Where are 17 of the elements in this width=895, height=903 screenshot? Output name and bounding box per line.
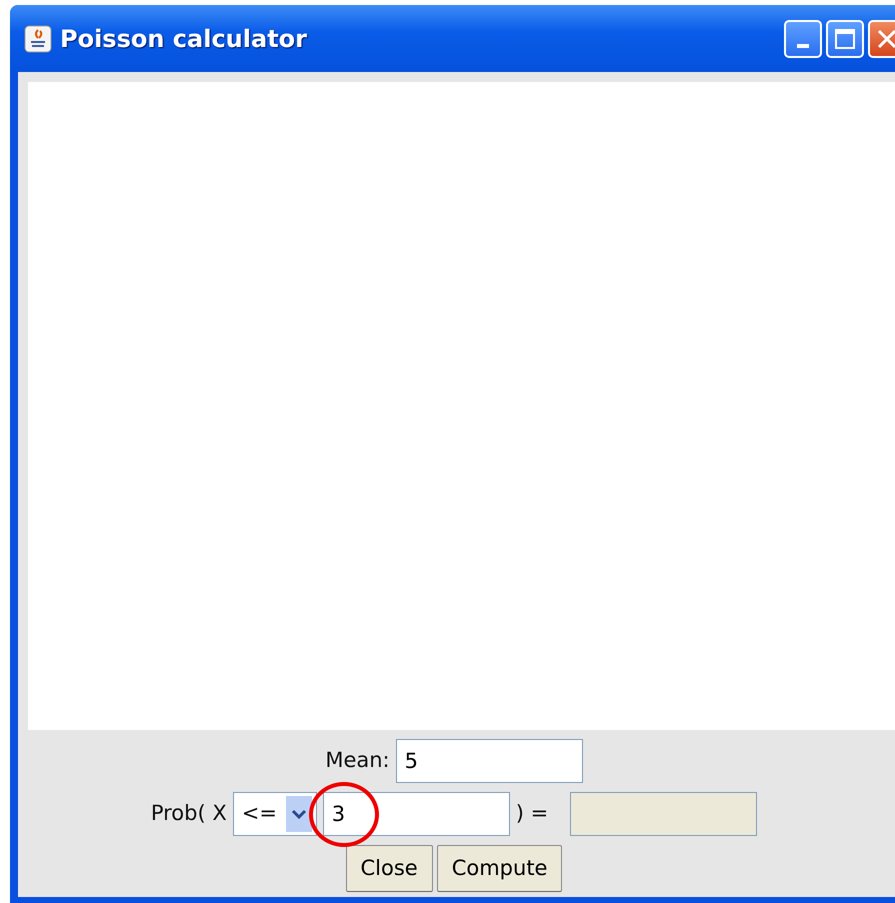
close-button[interactable]: [868, 20, 895, 58]
close-icon: [876, 28, 895, 50]
maximize-button[interactable]: [826, 20, 864, 58]
mean-field[interactable]: 5: [396, 739, 583, 783]
maximize-icon: [834, 28, 856, 50]
equals-label: ) =: [516, 800, 548, 828]
probability-label: Prob( X: [150, 800, 227, 828]
minimize-icon: [797, 44, 809, 48]
operator-dropdown[interactable]: <=: [232, 792, 317, 836]
value-field[interactable]: 3: [322, 792, 510, 836]
dialog-button[interactable]: Compute: [436, 845, 562, 892]
window-title: Poisson calculator: [60, 24, 307, 54]
mean-label: Mean:: [325, 747, 390, 774]
dialog-button[interactable]: Close: [346, 845, 433, 892]
app-icon: [24, 24, 52, 52]
minimize-button[interactable]: [784, 20, 822, 58]
chevron-icon: [290, 809, 307, 819]
